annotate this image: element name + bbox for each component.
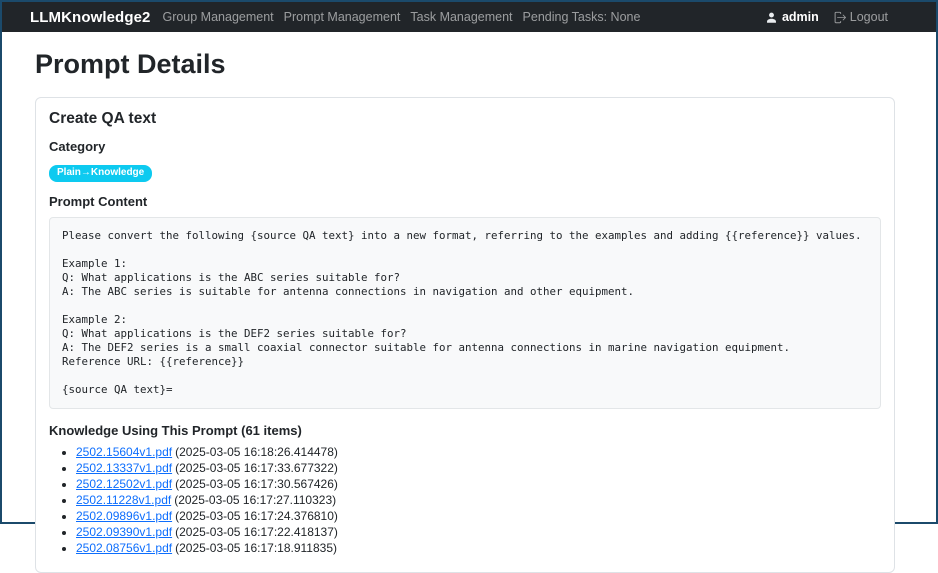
page-title: Prompt Details xyxy=(35,48,895,80)
prompt-name: Create QA text xyxy=(49,110,881,128)
navbar: LLMKnowledge2 Group Management Prompt Man… xyxy=(2,2,936,32)
current-user: admin xyxy=(765,10,819,24)
knowledge-item: 2502.09390v1.pdf(2025-03-05 16:17:22.418… xyxy=(76,524,881,540)
knowledge-item: 2502.11228v1.pdf(2025-03-05 16:17:27.110… xyxy=(76,492,881,508)
logout-link[interactable]: Logout xyxy=(833,10,888,24)
prompt-details-card: Create QA text Category Plain→Knowledge … xyxy=(35,97,895,573)
nav-item[interactable]: Group Management xyxy=(162,10,273,24)
knowledge-file-link[interactable]: 2502.13337v1.pdf xyxy=(76,461,172,475)
prompt-content-label: Prompt Content xyxy=(49,194,881,209)
knowledge-file-link[interactable]: 2502.09390v1.pdf xyxy=(76,525,172,539)
knowledge-list: 2502.15604v1.pdf(2025-03-05 16:18:26.414… xyxy=(55,444,881,556)
app-brand[interactable]: LLMKnowledge2 xyxy=(30,9,150,26)
nav-links: Group Management Prompt Management Task Ma… xyxy=(162,10,640,24)
navbar-left: LLMKnowledge2 Group Management Prompt Man… xyxy=(30,9,640,26)
nav-item[interactable]: Task Management xyxy=(410,10,512,24)
current-user-label: admin xyxy=(782,10,819,24)
nav-item[interactable]: Prompt Management xyxy=(284,10,401,24)
knowledge-file-link[interactable]: 2502.12502v1.pdf xyxy=(76,477,172,491)
knowledge-item: 2502.08756v1.pdf(2025-03-05 16:17:18.911… xyxy=(76,540,881,556)
category-badge: Plain→Knowledge xyxy=(49,165,152,182)
prompt-content-text: Please convert the following {source QA … xyxy=(49,217,881,409)
knowledge-timestamp: (2025-03-05 16:17:30.567426) xyxy=(175,477,338,491)
knowledge-timestamp: (2025-03-05 16:17:22.418137) xyxy=(175,525,338,539)
logout-icon xyxy=(833,11,846,24)
knowledge-timestamp: (2025-03-05 16:17:24.376810) xyxy=(175,509,338,523)
knowledge-timestamp: (2025-03-05 16:18:26.414478) xyxy=(175,445,338,459)
knowledge-item: 2502.09896v1.pdf(2025-03-05 16:17:24.376… xyxy=(76,508,881,524)
navbar-right: admin Logout xyxy=(765,10,888,24)
knowledge-file-link[interactable]: 2502.08756v1.pdf xyxy=(76,541,172,555)
knowledge-heading: Knowledge Using This Prompt (61 items) xyxy=(49,423,881,438)
knowledge-item: 2502.13337v1.pdf(2025-03-05 16:17:33.677… xyxy=(76,460,881,476)
knowledge-file-link[interactable]: 2502.15604v1.pdf xyxy=(76,445,172,459)
knowledge-file-link[interactable]: 2502.11228v1.pdf xyxy=(76,493,171,507)
knowledge-timestamp: (2025-03-05 16:17:18.911835) xyxy=(175,541,337,555)
knowledge-item: 2502.15604v1.pdf(2025-03-05 16:18:26.414… xyxy=(76,444,881,460)
category-label: Category xyxy=(49,139,881,154)
logout-label: Logout xyxy=(850,10,888,24)
user-icon xyxy=(765,11,778,24)
knowledge-timestamp: (2025-03-05 16:17:27.110323) xyxy=(174,493,336,507)
knowledge-timestamp: (2025-03-05 16:17:33.677322) xyxy=(175,461,338,475)
knowledge-item: 2502.12502v1.pdf(2025-03-05 16:17:30.567… xyxy=(76,476,881,492)
knowledge-file-link[interactable]: 2502.09896v1.pdf xyxy=(76,509,172,523)
main-content: Prompt Details Create QA text Category P… xyxy=(2,32,936,573)
nav-item[interactable]: Pending Tasks: None xyxy=(523,10,641,24)
